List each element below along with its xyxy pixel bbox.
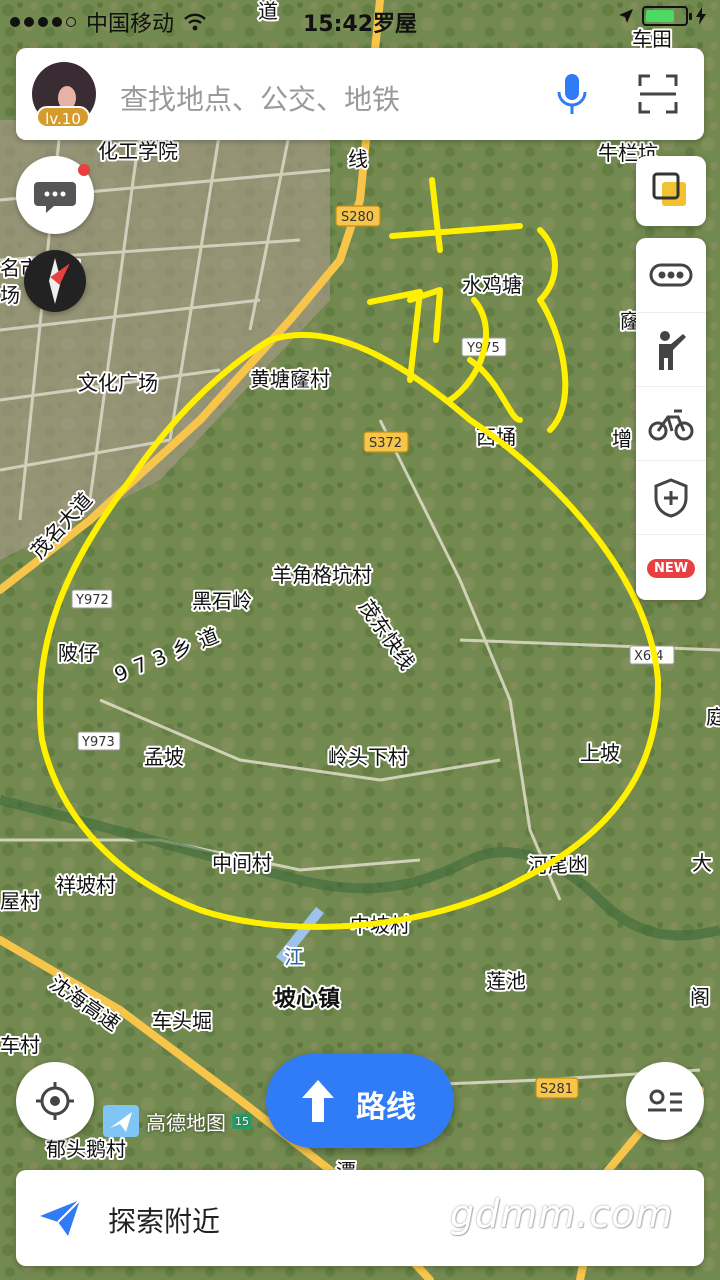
svg-text:X6 4: X6 4 bbox=[634, 649, 664, 664]
road-shield: S372 bbox=[363, 431, 409, 453]
search-input[interactable]: 查找地点、公交、地铁 bbox=[120, 78, 400, 118]
search-bar[interactable]: lv.10 查找地点、公交、地铁 bbox=[16, 48, 704, 140]
watermark: gdmm.com bbox=[450, 1192, 674, 1236]
hail-person-icon bbox=[659, 331, 686, 370]
shield-icon bbox=[654, 478, 688, 518]
layers-icon bbox=[652, 172, 686, 206]
bicycle-icon bbox=[648, 409, 694, 441]
amap-brand: 高德地图 15 bbox=[102, 1104, 252, 1138]
map-label: 化工学院 bbox=[98, 139, 178, 163]
map-label: 孟坡 bbox=[144, 745, 184, 769]
route-label: 路线 bbox=[356, 1090, 416, 1125]
safety-tool[interactable] bbox=[636, 460, 706, 535]
map-label: 增 bbox=[612, 427, 632, 451]
map-label: 文化广场 bbox=[78, 371, 158, 395]
map-label: 线 bbox=[348, 147, 368, 171]
compass-button[interactable] bbox=[24, 250, 86, 312]
road-shield: S281 bbox=[535, 1077, 579, 1099]
svg-text:Y972: Y972 bbox=[75, 593, 109, 608]
status-bar: 中国移动 15:42罗屋 bbox=[0, 0, 720, 40]
map-label: 庭 bbox=[706, 705, 720, 729]
map-label: 陂仔 bbox=[58, 641, 98, 665]
locate-button[interactable] bbox=[16, 1062, 94, 1140]
svg-text:S280: S280 bbox=[341, 210, 374, 225]
map-label: 场 bbox=[0, 283, 20, 307]
map-label: 水鸡塘 bbox=[462, 273, 522, 297]
map-label: 黄塘窿村 bbox=[250, 367, 330, 391]
road-shield: S280 bbox=[335, 205, 381, 227]
new-badge: NEW bbox=[646, 558, 696, 578]
map-label: 上坡 bbox=[580, 741, 620, 765]
battery-icon bbox=[642, 6, 692, 26]
map-label: 中间村 bbox=[212, 851, 272, 875]
bike-tool[interactable] bbox=[636, 386, 706, 461]
crosshair-icon bbox=[36, 1082, 74, 1120]
map-label: 车头堀 bbox=[152, 1009, 212, 1033]
taxi-tool[interactable] bbox=[636, 312, 706, 387]
location-arrow-icon bbox=[619, 9, 633, 23]
layers-panel[interactable] bbox=[636, 156, 706, 226]
map-label: 岭头下村 bbox=[328, 745, 408, 769]
list-view-button[interactable] bbox=[626, 1062, 704, 1140]
map-label: 莲池 bbox=[486, 969, 526, 993]
traffic-icon bbox=[649, 263, 693, 287]
route-arrow-icon bbox=[302, 1080, 334, 1122]
scan-icon[interactable] bbox=[636, 72, 680, 116]
list-icon bbox=[648, 1089, 682, 1112]
side-toolbar: NEW bbox=[636, 238, 706, 600]
svg-text:S372: S372 bbox=[369, 436, 402, 451]
user-level-badge: lv.10 bbox=[36, 106, 90, 128]
traffic-tool[interactable] bbox=[636, 238, 706, 312]
svg-text:Y973: Y973 bbox=[81, 735, 115, 750]
new-feature-tool[interactable]: NEW bbox=[636, 534, 706, 601]
paper-plane-icon bbox=[40, 1199, 81, 1236]
svg-text:S281: S281 bbox=[540, 1082, 573, 1097]
chat-bubble-icon bbox=[34, 164, 90, 213]
microphone-icon[interactable] bbox=[552, 72, 592, 116]
map-label: 黑石岭 bbox=[192, 589, 252, 613]
map-label: 江 bbox=[284, 945, 304, 969]
brand-badge: 15 bbox=[232, 1113, 252, 1129]
message-button[interactable] bbox=[16, 156, 94, 234]
map-label: 阁 bbox=[690, 985, 710, 1009]
status-place: 罗屋 bbox=[373, 12, 418, 37]
compass-icon bbox=[49, 258, 70, 304]
explore-nearby-label: 探索附近 bbox=[108, 1205, 221, 1238]
map-label: 坡心镇 bbox=[274, 987, 340, 1012]
map-label: 大 bbox=[692, 851, 712, 875]
map-label: 屋村 bbox=[0, 889, 40, 913]
amap-logo-icon bbox=[103, 1105, 139, 1137]
charging-icon bbox=[696, 7, 706, 25]
map-label: 祥坡村 bbox=[56, 873, 116, 897]
status-time: 15:42 bbox=[302, 12, 373, 37]
brand-name: 高德地图 bbox=[146, 1110, 226, 1135]
road-shield: Y972 bbox=[71, 589, 113, 609]
map-label: 郁头鹅村 bbox=[46, 1137, 126, 1161]
road-shield: Y973 bbox=[77, 731, 121, 751]
map-label: 车村 bbox=[0, 1033, 40, 1057]
map-label: 羊角格坑村 bbox=[272, 563, 372, 587]
route-button[interactable]: 路线 bbox=[266, 1054, 454, 1148]
